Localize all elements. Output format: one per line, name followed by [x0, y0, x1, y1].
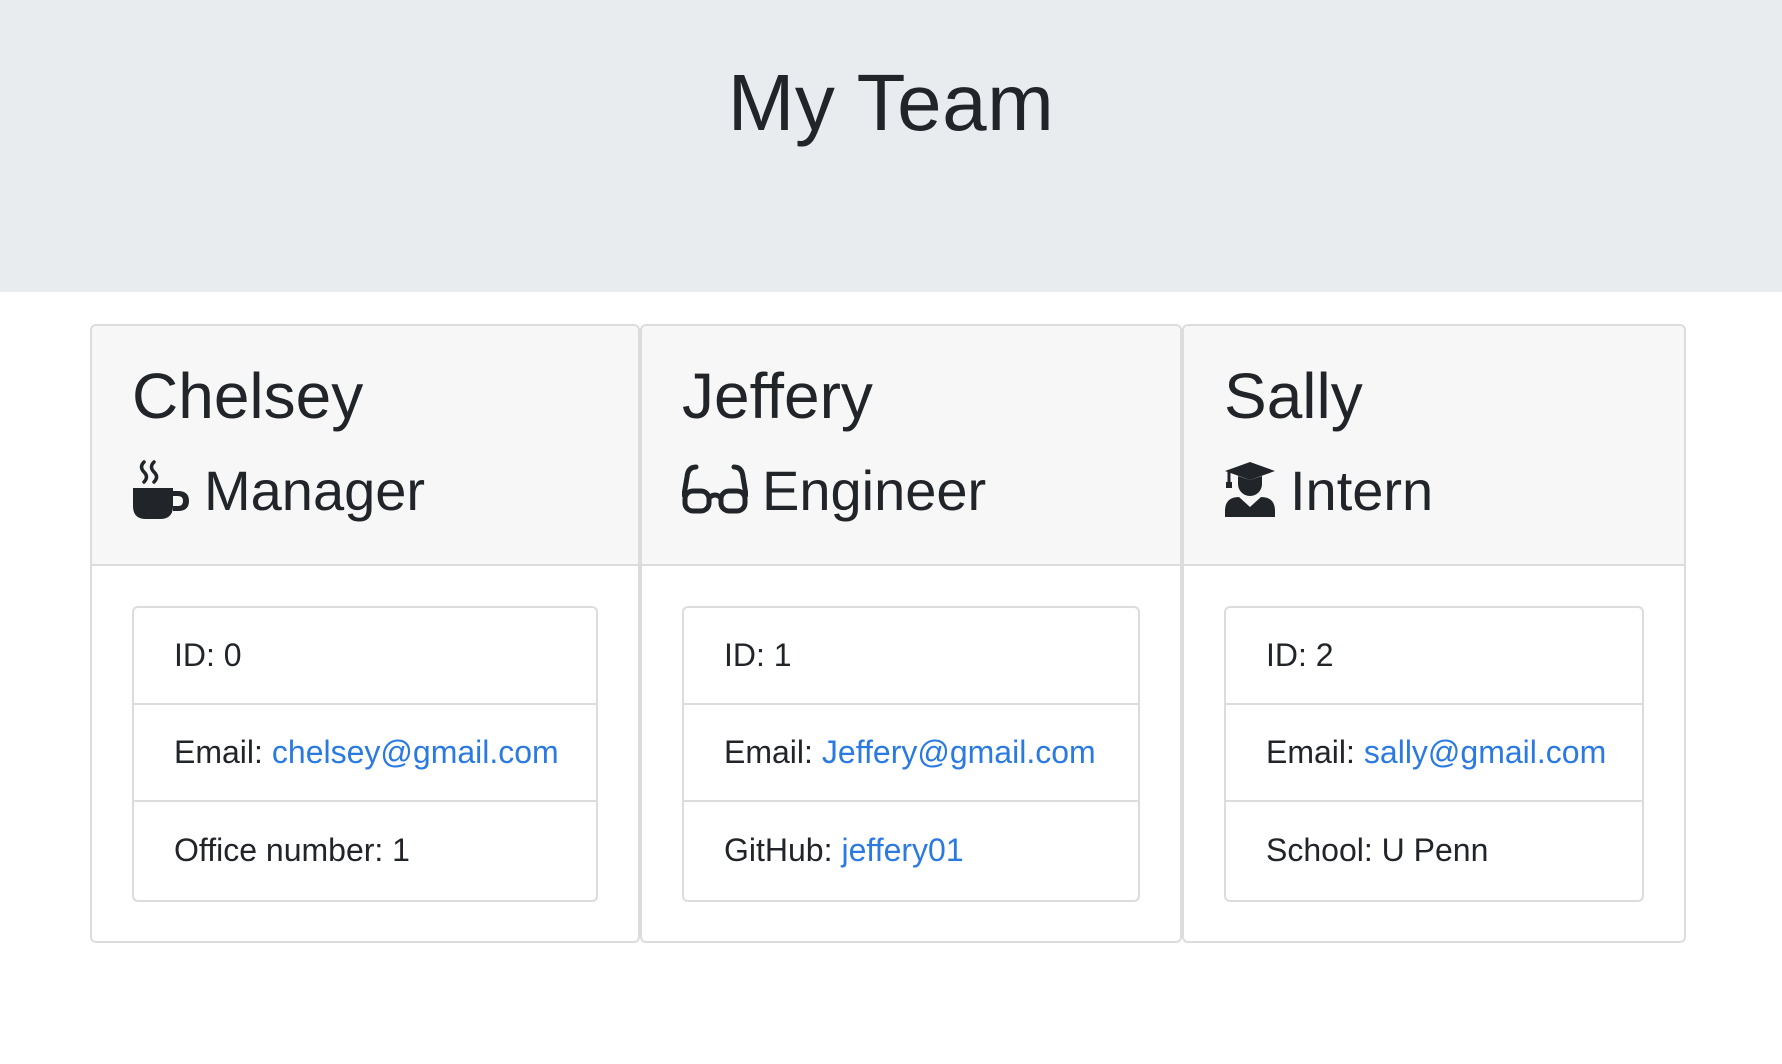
role-label: Intern: [1290, 458, 1434, 522]
role-label: Manager: [204, 458, 426, 522]
list-item-id: ID: 2: [1226, 608, 1642, 705]
card-header: Sally Intern: [1184, 326, 1684, 566]
list-item-email: Email: sally@gmail.com: [1226, 705, 1642, 802]
employee-role: Intern: [1224, 450, 1433, 530]
list-item-office-number: Office number: 1: [134, 802, 596, 899]
email-label: Email:: [724, 734, 813, 770]
employee-card-engineer: Jeffery Engineer ID: 1 Email: Jeffery@gm…: [640, 324, 1182, 943]
page-title: My Team: [727, 58, 1055, 147]
employee-details-list: ID: 2 Email: sally@gmail.com School: U P…: [1224, 606, 1644, 902]
github-label: GitHub:: [724, 832, 833, 868]
glasses-icon: [682, 463, 748, 517]
list-item-email: Email: Jeffery@gmail.com: [684, 705, 1138, 802]
list-item-id: ID: 0: [134, 608, 596, 705]
list-item-github: GitHub: jeffery01: [684, 802, 1138, 899]
employee-name: Chelsey: [132, 360, 364, 432]
github-link[interactable]: jeffery01: [841, 832, 963, 869]
employee-name: Jeffery: [682, 360, 873, 432]
card-header: Chelsey Manager: [92, 326, 638, 566]
id-text: ID: 0: [174, 637, 242, 673]
email-label: Email:: [174, 734, 263, 770]
email-label: Email:: [1266, 734, 1355, 770]
list-item-id: ID: 1: [684, 608, 1138, 705]
id-text: ID: 2: [1266, 637, 1334, 673]
office-number-text: Office number: 1: [174, 832, 410, 868]
role-label: Engineer: [762, 458, 987, 522]
employee-role: Manager: [132, 450, 425, 530]
email-link[interactable]: sally@gmail.com: [1364, 734, 1606, 771]
employee-details-list: ID: 0 Email: chelsey@gmail.com Office nu…: [132, 606, 598, 902]
employee-details-list: ID: 1 Email: Jeffery@gmail.com GitHub: j…: [682, 606, 1140, 902]
id-text: ID: 1: [724, 637, 792, 673]
email-link[interactable]: Jeffery@gmail.com: [822, 734, 1096, 771]
graduate-icon: [1224, 461, 1276, 519]
card-header: Jeffery Engineer: [642, 326, 1180, 566]
jumbotron-header: My Team: [0, 0, 1782, 292]
coffee-mug-icon: [132, 460, 190, 520]
list-item-school: School: U Penn: [1226, 802, 1642, 899]
list-item-email: Email: chelsey@gmail.com: [134, 705, 596, 802]
email-link[interactable]: chelsey@gmail.com: [272, 734, 559, 771]
employee-name: Sally: [1224, 360, 1363, 432]
employee-card-intern: Sally Intern ID: 2 Email: sally@gmail.co…: [1182, 324, 1686, 943]
employee-card-manager: Chelsey Manager ID: 0 Email: chelsey@gma…: [90, 324, 640, 943]
employee-role: Engineer: [682, 450, 986, 530]
school-text: School: U Penn: [1266, 832, 1489, 868]
